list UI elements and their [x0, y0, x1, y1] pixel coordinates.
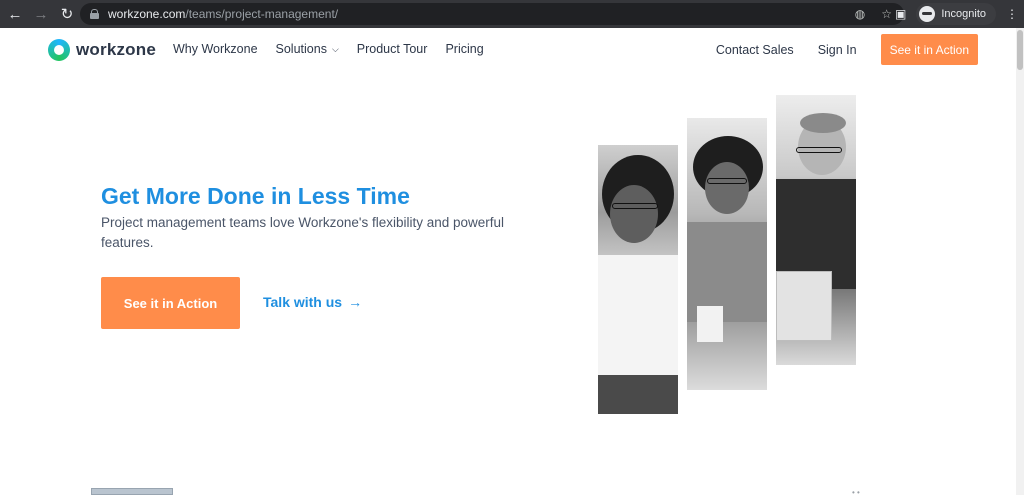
talk-with-us-link[interactable]: Talk with us → — [263, 294, 362, 310]
nav-pricing[interactable]: Pricing — [445, 42, 483, 56]
incognito-icon — [919, 6, 936, 22]
hero-title: Get More Done in Less Time — [101, 183, 410, 209]
incognito-label: Incognito — [941, 8, 986, 20]
nav-solutions-label: Solutions — [275, 42, 327, 56]
lock-icon — [90, 9, 99, 19]
hero-subtitle: Project management teams love Workzone's… — [101, 215, 505, 250]
star-icon[interactable]: ☆ — [881, 7, 892, 21]
web-page: workzone Why Workzone Solutions ⌵ Produc… — [0, 28, 1016, 497]
contact-sales-link[interactable]: Contact Sales — [716, 43, 794, 57]
hero-photo-woman-writing — [598, 145, 678, 414]
decorative-dots-icon: • • — [852, 488, 860, 497]
hero-cta-button[interactable]: See it in Action — [101, 277, 240, 329]
chevron-down-icon: ⌵ — [331, 43, 339, 54]
nav-why-workzone[interactable]: Why Workzone — [173, 42, 258, 56]
main-nav: Why Workzone Solutions ⌵ Product Tour Pr… — [173, 42, 484, 56]
logo-text: workzone — [76, 40, 157, 59]
hero-photo-woman-talking — [687, 118, 767, 390]
url-host: workzone.com — [108, 7, 186, 21]
page-scrollbar[interactable] — [1016, 28, 1024, 495]
side-panel-icon[interactable]: ▣ — [895, 7, 906, 21]
browser-toolbar: ← → ↻ workzone.com/teams/project-managem… — [0, 0, 1024, 28]
arrow-right-icon: → — [348, 294, 363, 310]
scrollbar-thumb[interactable] — [1017, 30, 1023, 70]
site-header: workzone Why Workzone Solutions ⌵ Produc… — [0, 28, 1016, 72]
nav-actions: Contact Sales Sign In See it in Action — [716, 34, 978, 65]
sign-in-link[interactable]: Sign In — [818, 43, 857, 57]
next-section-image-edge — [91, 488, 173, 495]
back-arrow-icon[interactable]: ← — [4, 3, 26, 25]
forward-arrow-icon[interactable]: → — [30, 3, 52, 25]
workzone-logo-icon — [48, 39, 70, 61]
workzone-logo[interactable]: workzone — [48, 39, 156, 61]
talk-with-us-label: Talk with us — [263, 294, 343, 310]
address-bar[interactable]: workzone.com/teams/project-management/ ◍… — [80, 3, 904, 25]
nav-product-tour[interactable]: Product Tour — [357, 42, 428, 56]
reload-icon[interactable]: ↻ — [56, 3, 78, 25]
eye-off-icon[interactable]: ◍ — [855, 7, 865, 21]
nav-solutions[interactable]: Solutions ⌵ — [276, 42, 339, 56]
hero-photo-man-laptop — [776, 95, 856, 365]
header-cta-button[interactable]: See it in Action — [880, 34, 978, 65]
url-path: /teams/project-management/ — [185, 7, 339, 21]
incognito-profile[interactable]: Incognito — [916, 3, 996, 25]
menu-kebab-icon[interactable]: ⋮ — [1006, 7, 1018, 21]
